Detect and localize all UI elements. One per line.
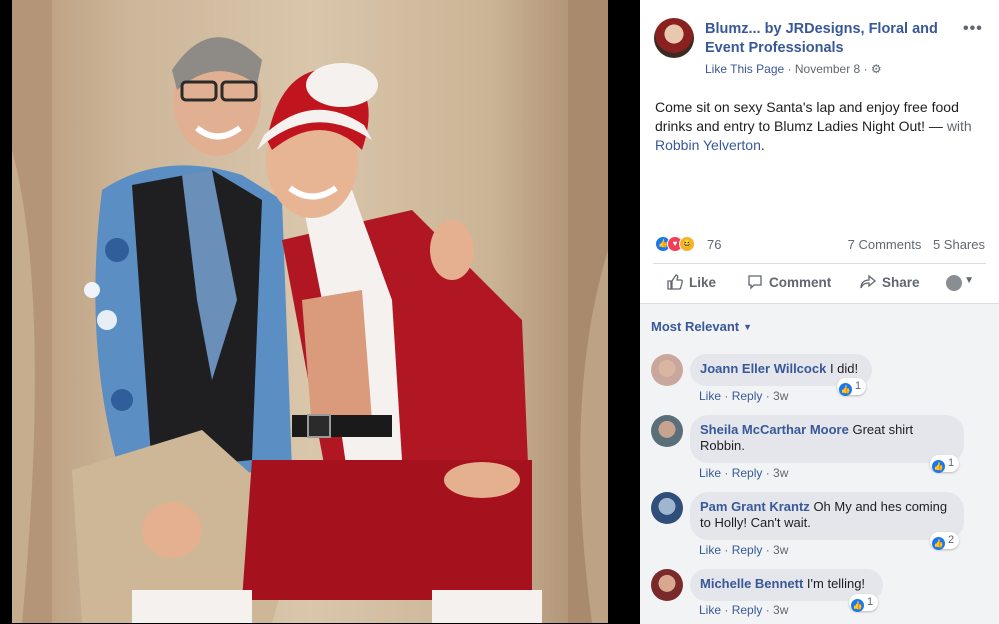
comments-section: Most Relevant ▼ Joann Eller Willcock I di… [640, 303, 999, 624]
comment-reply-link[interactable]: Reply [732, 543, 763, 557]
action-separator: · [762, 389, 774, 403]
comment-sort-label: Most Relevant [651, 319, 740, 334]
comment-reply-link[interactable]: Reply [732, 466, 763, 480]
like-button-label: Like [689, 275, 717, 290]
reactions-bar: 👍 ♥ 😆 76 7 Comments 5 Shares [655, 236, 985, 254]
comment-author-link[interactable]: Joann Eller Willcock [700, 361, 826, 376]
action-separator: · [762, 466, 774, 480]
like-button[interactable]: Like [667, 274, 716, 290]
haha-reaction-icon: 😆 [679, 236, 695, 252]
share-icon [860, 274, 876, 289]
share-button-label: Share [882, 275, 920, 290]
post-text: Come sit on sexy Santa's lap and enjoy f… [655, 98, 990, 155]
comment-bubble: Sheila McCarthar Moore Great shirt Robbi… [690, 415, 964, 463]
comment-reaction-count[interactable]: 👍 1 [837, 378, 867, 396]
comment-author-link[interactable]: Michelle Bennett [700, 576, 803, 591]
share-button[interactable]: Share [860, 274, 920, 290]
post-meta: Like This Page · November 8 · ⚙ [705, 62, 882, 76]
comment-like-count: 1 [855, 380, 862, 392]
commenter-avatar[interactable] [651, 415, 683, 447]
comment-button[interactable]: Comment [747, 274, 831, 290]
chevron-down-icon: ▼ [743, 322, 753, 332]
comment-like-link[interactable]: Like [699, 389, 721, 403]
comment-actions: Like · Reply · 3w [699, 466, 788, 480]
with-label: with [946, 118, 972, 134]
like-reaction-icon: 👍 [932, 537, 945, 550]
action-separator: · [721, 543, 732, 557]
post-date[interactable]: November 8 [795, 62, 860, 76]
page-avatar[interactable] [654, 18, 694, 58]
post-text-period: . [760, 137, 765, 153]
post-side-panel: Blumz... by JRDesigns, Floral and Event … [640, 0, 999, 624]
viewer-avatar[interactable] [946, 275, 962, 291]
commenter-avatar[interactable] [651, 354, 683, 386]
comments-count-link[interactable]: 7 Comments [848, 237, 922, 252]
action-separator: · [721, 466, 732, 480]
comment-like-link[interactable]: Like [699, 466, 721, 480]
comment-time[interactable]: 3w [773, 543, 788, 557]
comment-text: I did! [829, 361, 859, 376]
post-actions: Like Comment Share ▼ [653, 266, 986, 300]
action-separator: · [762, 603, 774, 617]
comment-reaction-count[interactable]: 👍 1 [930, 455, 960, 473]
thumbs-up-icon [667, 274, 683, 290]
post-photo[interactable] [12, 0, 608, 623]
reaction-count[interactable]: 76 [707, 237, 721, 252]
divider [653, 263, 986, 264]
comment-author-link[interactable]: Sheila McCarthar Moore [700, 422, 849, 437]
reaction-icons[interactable]: 👍 ♥ 😆 [655, 236, 695, 252]
action-separator: · [721, 389, 732, 403]
comment-author-link[interactable]: Pam Grant Krantz [700, 499, 810, 514]
comment-bubble: Pam Grant Krantz Oh My and hes coming to… [690, 492, 964, 540]
more-options-icon[interactable]: ••• [963, 20, 983, 38]
comment-like-link[interactable]: Like [699, 543, 721, 557]
comment-sort-dropdown[interactable]: Most Relevant ▼ [651, 319, 752, 334]
action-separator: · [762, 543, 774, 557]
page-name-link[interactable]: Blumz... by JRDesigns, Floral and Event … [705, 20, 950, 58]
meta-separator: · [863, 62, 871, 76]
tagged-person-link[interactable]: Robbin Yelverton [655, 137, 761, 153]
comment-text: I'm telling! [806, 576, 866, 591]
comment-like-count: 1 [948, 457, 955, 469]
commenter-avatar[interactable] [651, 492, 683, 524]
comment-actions: Like · Reply · 3w [699, 389, 788, 403]
like-page-link[interactable]: Like This Page [705, 62, 784, 76]
comment-reply-link[interactable]: Reply [732, 603, 763, 617]
gear-icon[interactable]: ⚙ [871, 62, 882, 76]
like-reaction-icon: 👍 [932, 460, 945, 473]
post-body: Come sit on sexy Santa's lap and enjoy f… [655, 99, 959, 134]
comment-time[interactable]: 3w [773, 466, 788, 480]
comment-actions: Like · Reply · 3w [699, 543, 788, 557]
like-reaction-icon: 👍 [851, 599, 864, 612]
shares-count-link[interactable]: 5 Shares [933, 237, 985, 252]
comment-button-label: Comment [769, 275, 832, 290]
comment-time[interactable]: 3w [773, 389, 788, 403]
photo-illustration [12, 0, 608, 623]
comment-like-count: 1 [867, 596, 874, 608]
comment-reply-link[interactable]: Reply [732, 389, 763, 403]
chevron-down-icon[interactable]: ▼ [964, 275, 974, 286]
like-reaction-icon: 👍 [839, 383, 852, 396]
engagement-counts: 7 Comments 5 Shares [840, 237, 985, 252]
comment-actions: Like · Reply · 3w [699, 603, 788, 617]
meta-separator: · [787, 62, 795, 76]
comment-reaction-count[interactable]: 👍 2 [930, 532, 960, 550]
action-separator: · [721, 603, 732, 617]
comment-reaction-count[interactable]: 👍 1 [849, 594, 879, 612]
comment-time[interactable]: 3w [773, 603, 788, 617]
photo-viewer [0, 0, 640, 623]
comment-like-link[interactable]: Like [699, 603, 721, 617]
comment-like-count: 2 [948, 534, 955, 546]
commenter-avatar[interactable] [651, 569, 683, 601]
comment-icon [748, 275, 762, 290]
